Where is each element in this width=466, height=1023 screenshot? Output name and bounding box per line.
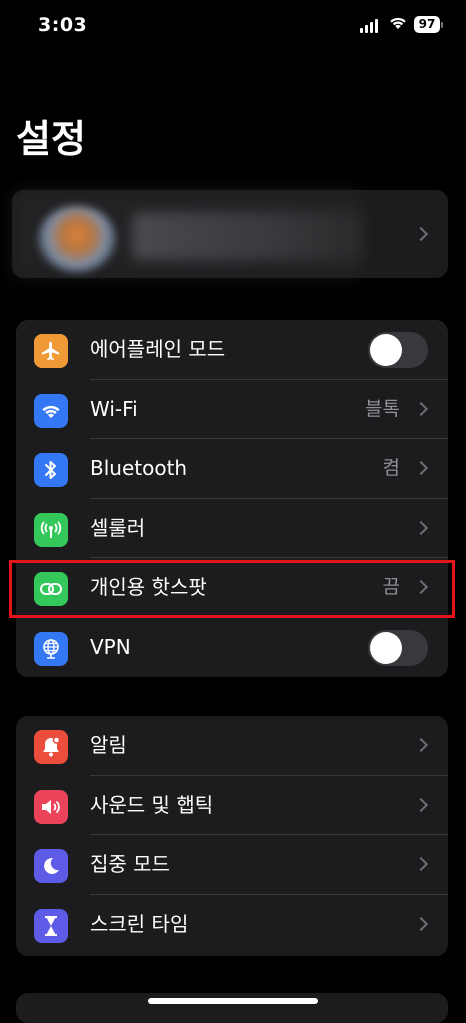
sounds-haptics-label: 사운드 및 햅틱	[90, 792, 214, 817]
highlight-annotation	[9, 560, 455, 618]
hourglass-icon	[34, 908, 68, 943]
speaker-icon	[34, 789, 68, 824]
screen-time-label: 스크린 타임	[90, 911, 189, 936]
chevron-right-icon	[413, 460, 429, 476]
chevron-right-icon	[413, 916, 429, 931]
vpn-label: VPN	[90, 634, 131, 659]
wifi-icon	[34, 393, 68, 428]
home-indicator[interactable]	[148, 998, 318, 1004]
wifi-status-icon	[390, 17, 406, 29]
chevron-right-icon	[413, 401, 429, 416]
notifications-row[interactable]: 알림	[16, 716, 448, 776]
airplane-mode-toggle[interactable]	[368, 332, 428, 368]
screen-time-row[interactable]: 스크린 타임	[16, 895, 448, 955]
cellular-label: 셀룰러	[90, 515, 146, 540]
bluetooth-row[interactable]: Bluetooth 켬	[16, 439, 448, 499]
airplane-icon	[34, 334, 68, 368]
page-title: 설정	[16, 117, 86, 161]
avatar	[38, 206, 116, 272]
chevron-right-icon	[413, 856, 429, 872]
bluetooth-icon	[34, 453, 68, 487]
wifi-network-value: 블톡	[365, 397, 400, 420]
vpn-globe-icon	[34, 631, 68, 666]
cellular-icon	[34, 512, 68, 547]
chevron-right-icon	[413, 520, 429, 535]
chevron-right-icon	[413, 737, 429, 753]
connectivity-group: 에어플레인 모드 Wi-Fi 블톡 Bluetooth 켬 셀룰러 개인용 핫스…	[16, 320, 448, 677]
toggle-knob	[370, 631, 402, 664]
notifications-group: 알림 사운드 및 햅틱 집중 모드 스크린 타임	[16, 716, 448, 956]
bluetooth-label: Bluetooth	[90, 456, 188, 480]
airplane-mode-label: 에어플레인 모드	[90, 337, 226, 361]
focus-label: 집중 모드	[90, 852, 170, 876]
toggle-knob	[370, 334, 402, 366]
bluetooth-status-value: 켬	[382, 457, 400, 479]
airplane-mode-row[interactable]: 에어플레인 모드	[16, 320, 448, 380]
wifi-label: Wi-Fi	[90, 396, 138, 421]
cellular-signal-icon	[360, 18, 378, 33]
vpn-toggle[interactable]	[368, 629, 428, 666]
focus-row[interactable]: 집중 모드	[16, 835, 448, 895]
status-time: 3:03	[38, 14, 88, 36]
battery-cap	[441, 22, 443, 28]
cellular-row[interactable]: 셀룰러	[16, 499, 448, 558]
chevron-right-icon	[413, 797, 429, 812]
sounds-haptics-row[interactable]: 사운드 및 햅틱	[16, 776, 448, 835]
wifi-row[interactable]: Wi-Fi 블톡	[16, 380, 448, 439]
chevron-right-icon	[413, 226, 429, 242]
vpn-row[interactable]: VPN	[16, 618, 448, 678]
bell-icon	[34, 730, 68, 764]
status-bar: 3:03 97	[0, 0, 466, 52]
battery-indicator: 97	[414, 16, 440, 33]
apple-id-profile-row[interactable]	[12, 190, 448, 278]
notifications-label: 알림	[90, 733, 127, 757]
profile-name-blurred	[132, 212, 362, 260]
moon-icon	[34, 849, 68, 883]
